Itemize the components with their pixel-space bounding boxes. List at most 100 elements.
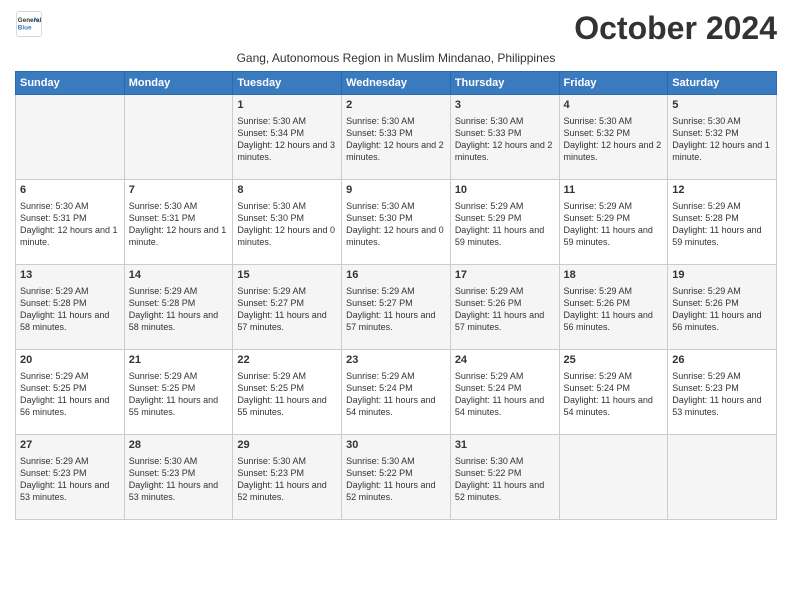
- day-info: Sunset: 5:28 PM: [672, 212, 772, 224]
- day-info: Sunset: 5:31 PM: [129, 212, 229, 224]
- day-info: Sunrise: 5:30 AM: [672, 115, 772, 127]
- day-info: Sunset: 5:23 PM: [129, 467, 229, 479]
- day-info: Sunset: 5:27 PM: [237, 297, 337, 309]
- day-info: Daylight: 11 hours and 58 minutes.: [20, 309, 120, 333]
- day-number: 12: [672, 183, 772, 198]
- day-info: Sunset: 5:25 PM: [129, 382, 229, 394]
- day-info: Sunrise: 5:30 AM: [346, 455, 446, 467]
- day-info: Sunrise: 5:29 AM: [129, 285, 229, 297]
- day-info: Sunrise: 5:29 AM: [346, 370, 446, 382]
- day-info: Sunset: 5:34 PM: [237, 127, 337, 139]
- day-number: 8: [237, 183, 337, 198]
- calendar-cell: 13Sunrise: 5:29 AMSunset: 5:28 PMDayligh…: [16, 265, 125, 350]
- day-number: 28: [129, 438, 229, 453]
- day-info: Sunrise: 5:30 AM: [455, 115, 555, 127]
- day-info: Daylight: 11 hours and 53 minutes.: [20, 479, 120, 503]
- day-number: 5: [672, 98, 772, 113]
- day-info: Sunrise: 5:30 AM: [237, 115, 337, 127]
- day-number: 2: [346, 98, 446, 113]
- calendar-cell: 11 Sunrise: 5:29 AMSunset: 5:29 PMDayligh…: [559, 180, 668, 265]
- day-info: Sunrise: 5:29 AM: [455, 200, 555, 212]
- calendar-cell: 5Sunrise: 5:30 AMSunset: 5:32 PMDaylight…: [668, 95, 777, 180]
- day-info: Sunset: 5:29 PM: [455, 212, 555, 224]
- calendar-week-2: 13Sunrise: 5:29 AMSunset: 5:28 PMDayligh…: [16, 265, 777, 350]
- day-info: Sunset: 5:25 PM: [20, 382, 120, 394]
- calendar-cell: 3Sunrise: 5:30 AMSunset: 5:33 PMDaylight…: [450, 95, 559, 180]
- header-sunday: Sunday: [16, 72, 125, 95]
- day-info: Sunset: 5:23 PM: [672, 382, 772, 394]
- day-info: Sunset: 5:22 PM: [346, 467, 446, 479]
- header-thursday: Thursday: [450, 72, 559, 95]
- day-info: Daylight: 11 hours and 57 minutes.: [237, 309, 337, 333]
- day-info: Daylight: 12 hours and 2 minutes.: [564, 139, 664, 163]
- day-info: Sunset: 5:24 PM: [346, 382, 446, 394]
- day-info: Sunrise: 5:30 AM: [129, 455, 229, 467]
- day-number: 10: [455, 183, 555, 198]
- day-info: Sunset: 5:33 PM: [346, 127, 446, 139]
- day-info: Daylight: 11 hours and 59 minutes.: [564, 224, 664, 248]
- day-info: Daylight: 11 hours and 59 minutes.: [672, 224, 772, 248]
- day-info: Daylight: 11 hours and 55 minutes.: [237, 394, 337, 418]
- day-info: Sunrise: 5:30 AM: [237, 455, 337, 467]
- calendar-cell: 17 Sunrise: 5:29 AMSunset: 5:26 PMDayligh…: [450, 265, 559, 350]
- day-info: Sunset: 5:24 PM: [564, 382, 664, 394]
- calendar-cell: 10Sunrise: 5:29 AMSunset: 5:29 PMDayligh…: [450, 180, 559, 265]
- day-number: 4: [564, 98, 664, 113]
- calendar-cell: 16Sunrise: 5:29 AMSunset: 5:27 PMDayligh…: [342, 265, 451, 350]
- day-info: Daylight: 11 hours and 52 minutes.: [237, 479, 337, 503]
- calendar-subtitle: Gang, Autonomous Region in Muslim Mindan…: [15, 51, 777, 65]
- day-info: Daylight: 11 hours and 54 minutes.: [346, 394, 446, 418]
- calendar-cell: 18Sunrise: 5:29 AMSunset: 5:26 PMDayligh…: [559, 265, 668, 350]
- day-info: Daylight: 11 hours and 54 minutes.: [564, 394, 664, 418]
- day-number: 11: [564, 183, 664, 198]
- day-info: Sunset: 5:26 PM: [455, 297, 555, 309]
- day-number: 18: [564, 268, 664, 283]
- calendar-week-3: 20Sunrise: 5:29 AMSunset: 5:25 PMDayligh…: [16, 350, 777, 435]
- day-info: Sunrise: 5:29 AM: [237, 285, 337, 297]
- day-info: Daylight: 11 hours and 56 minutes.: [564, 309, 664, 333]
- day-number: 13: [20, 268, 120, 283]
- calendar-cell: 30Sunrise: 5:30 AMSunset: 5:22 PMDayligh…: [342, 435, 451, 520]
- calendar-header: Sunday Monday Tuesday Wednesday Thursday…: [16, 72, 777, 95]
- day-number: 9: [346, 183, 446, 198]
- calendar-cell: 29 Sunrise: 5:30 AMSunset: 5:23 PMDayligh…: [233, 435, 342, 520]
- calendar-cell: 12 Sunrise: 5:29 AMSunset: 5:28 PMDayligh…: [668, 180, 777, 265]
- day-info: Sunset: 5:23 PM: [237, 467, 337, 479]
- header-saturday: Saturday: [668, 72, 777, 95]
- day-info: Sunrise: 5:29 AM: [20, 285, 120, 297]
- day-info: Sunrise: 5:29 AM: [455, 285, 555, 297]
- calendar-cell: [559, 435, 668, 520]
- header-monday: Monday: [124, 72, 233, 95]
- day-info: Daylight: 12 hours and 2 minutes.: [455, 139, 555, 163]
- day-number: 6: [20, 183, 120, 198]
- day-info: Sunrise: 5:30 AM: [455, 455, 555, 467]
- calendar-body: 1Sunrise: 5:30 AMSunset: 5:34 PMDaylight…: [16, 95, 777, 520]
- calendar-cell: 21Sunrise: 5:29 AMSunset: 5:25 PMDayligh…: [124, 350, 233, 435]
- day-info: Daylight: 11 hours and 56 minutes.: [20, 394, 120, 418]
- calendar-cell: 23Sunrise: 5:29 AMSunset: 5:24 PMDayligh…: [342, 350, 451, 435]
- day-info: Sunrise: 5:29 AM: [564, 370, 664, 382]
- day-info: Sunrise: 5:29 AM: [672, 370, 772, 382]
- day-info: Sunset: 5:29 PM: [564, 212, 664, 224]
- day-info: Daylight: 11 hours and 57 minutes.: [455, 309, 555, 333]
- day-number: 7: [129, 183, 229, 198]
- day-number: 27: [20, 438, 120, 453]
- day-info: Sunrise: 5:29 AM: [455, 370, 555, 382]
- day-info: Sunset: 5:27 PM: [346, 297, 446, 309]
- day-info: Sunset: 5:23 PM: [20, 467, 120, 479]
- day-info: Daylight: 11 hours and 57 minutes.: [346, 309, 446, 333]
- day-info: Sunrise: 5:29 AM: [564, 200, 664, 212]
- day-info: Sunrise: 5:30 AM: [129, 200, 229, 212]
- day-info: Sunrise: 5:29 AM: [672, 200, 772, 212]
- day-number: 26: [672, 353, 772, 368]
- calendar-cell: 28Sunrise: 5:30 AMSunset: 5:23 PMDayligh…: [124, 435, 233, 520]
- day-header-row: Sunday Monday Tuesday Wednesday Thursday…: [16, 72, 777, 95]
- day-number: 17: [455, 268, 555, 283]
- day-info: Daylight: 11 hours and 52 minutes.: [455, 479, 555, 503]
- day-info: Daylight: 12 hours and 2 minutes.: [346, 139, 446, 163]
- calendar-cell: 14Sunrise: 5:29 AMSunset: 5:28 PMDayligh…: [124, 265, 233, 350]
- day-info: Sunset: 5:30 PM: [346, 212, 446, 224]
- day-number: 29: [237, 438, 337, 453]
- day-number: 15: [237, 268, 337, 283]
- day-info: Sunrise: 5:29 AM: [346, 285, 446, 297]
